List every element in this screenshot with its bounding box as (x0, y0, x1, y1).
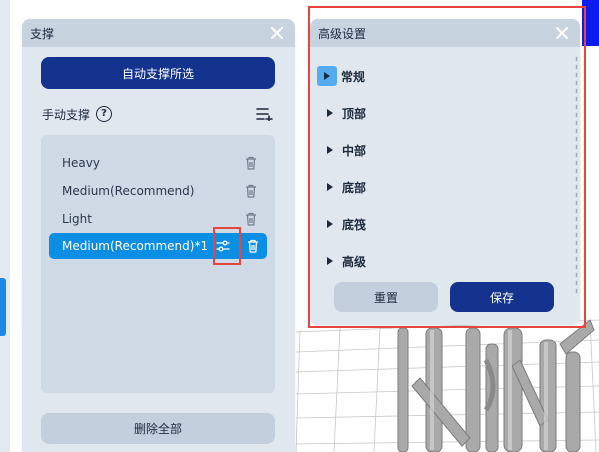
advanced-panel-header: 高级设置 (310, 19, 580, 47)
add-list-icon[interactable] (256, 107, 274, 121)
list-item-selected[interactable]: Medium(Recommend)*1 (49, 233, 267, 259)
auto-support-button[interactable]: 自动支撑所选 (41, 57, 275, 89)
list-item[interactable]: Light (49, 206, 267, 232)
section-general[interactable]: 常规 (317, 66, 365, 86)
section-label: 常规 (341, 69, 366, 84)
section-bottom[interactable]: 底部 (322, 177, 366, 197)
left-sidebar-edge (0, 0, 10, 452)
help-icon[interactable]: ? (96, 106, 113, 122)
section-label: 顶部 (342, 106, 367, 121)
reset-button[interactable]: 重置 (334, 282, 438, 312)
sidebar-tab-indicator[interactable] (0, 278, 6, 336)
trash-icon[interactable] (243, 211, 259, 227)
trash-icon[interactable] (245, 238, 261, 254)
list-item[interactable]: Medium(Recommend) (49, 178, 267, 204)
support-panel-title: 支撑 (30, 26, 55, 41)
preset-label: Medium(Recommend) (62, 184, 195, 198)
section-top[interactable]: 顶部 (322, 103, 366, 123)
save-button[interactable]: 保存 (450, 282, 554, 312)
list-item[interactable]: Heavy (49, 150, 267, 176)
section-label: 高级 (342, 254, 367, 269)
section-middle[interactable]: 中部 (322, 140, 366, 160)
section-label: 底筏 (342, 217, 367, 232)
trash-icon[interactable] (243, 183, 259, 199)
corner-highlight (582, 0, 599, 46)
manual-support-label: 手动支撑 (42, 107, 91, 122)
trash-icon[interactable] (243, 155, 259, 171)
advanced-panel-title: 高级设置 (318, 26, 367, 41)
preset-label: Light (62, 212, 92, 226)
manual-support-row: 手动支撑 ? (42, 103, 274, 125)
support-panel: 支撑 自动支撑所选 手动支撑 ? Heavy Medium(Recommend) (22, 19, 295, 452)
sliders-icon[interactable] (215, 238, 231, 254)
caret-right-icon (322, 142, 338, 158)
support-panel-header: 支撑 (22, 19, 295, 47)
close-icon[interactable] (554, 25, 570, 41)
preset-label: Heavy (62, 156, 100, 170)
section-advanced[interactable]: 高级 (322, 251, 366, 271)
scrollbar[interactable] (575, 57, 578, 297)
caret-right-icon (322, 253, 338, 269)
caret-right-icon (322, 105, 338, 121)
caret-right-icon (322, 179, 338, 195)
section-label: 底部 (342, 180, 367, 195)
close-icon[interactable] (269, 25, 285, 41)
caret-right-icon (317, 66, 337, 86)
preset-label: Medium(Recommend)*1 (62, 239, 209, 253)
delete-all-button[interactable]: 删除全部 (41, 413, 275, 444)
caret-right-icon (322, 216, 338, 232)
section-raft[interactable]: 底筏 (322, 214, 366, 234)
section-label: 中部 (342, 143, 367, 158)
advanced-settings-panel: 高级设置 常规 顶部 中部 底部 底筏 高级 重置 保存 (310, 19, 580, 325)
preset-list: Heavy Medium(Recommend) Light Medium(Rec… (41, 135, 275, 393)
